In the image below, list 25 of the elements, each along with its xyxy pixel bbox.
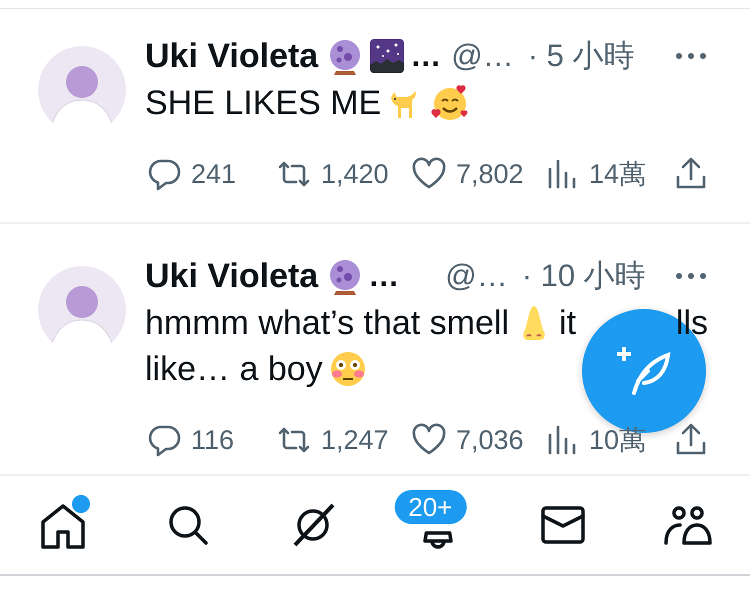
user-handle[interactable]: @…	[445, 252, 508, 300]
repost-count: 1,420	[321, 158, 389, 191]
flushed-face-icon	[328, 350, 367, 388]
timestamp: · 10 小時	[522, 256, 646, 295]
like-count: 7,802	[456, 158, 524, 191]
repost-count: 1,247	[321, 424, 389, 457]
name-ellipsis: …	[368, 256, 400, 295]
reply-count: 116	[191, 424, 234, 457]
notification-count: 20+	[394, 490, 466, 524]
tweet-text: like… a boy	[145, 349, 323, 390]
night-sky-icon	[368, 37, 406, 75]
view-count: 14萬	[589, 158, 646, 191]
tweet-text: hmmm what’s that smell	[145, 303, 510, 344]
smiling-face-with-hearts-icon	[431, 84, 470, 122]
name-ellipsis: …	[410, 36, 442, 75]
timestamp: · 5 小時	[528, 36, 635, 75]
view-count: 10萬	[589, 424, 646, 457]
tweet-text: SHE LIKES ME	[145, 83, 382, 124]
reply-count: 241	[191, 158, 236, 191]
author-name: Uki Violeta	[145, 36, 318, 76]
tweet-text: lls	[676, 303, 708, 344]
tweet-text: it	[559, 303, 576, 344]
user-handle[interactable]: @…	[451, 32, 514, 80]
like-count: 7,036	[456, 424, 524, 457]
author-name: Uki Violeta	[145, 256, 318, 296]
